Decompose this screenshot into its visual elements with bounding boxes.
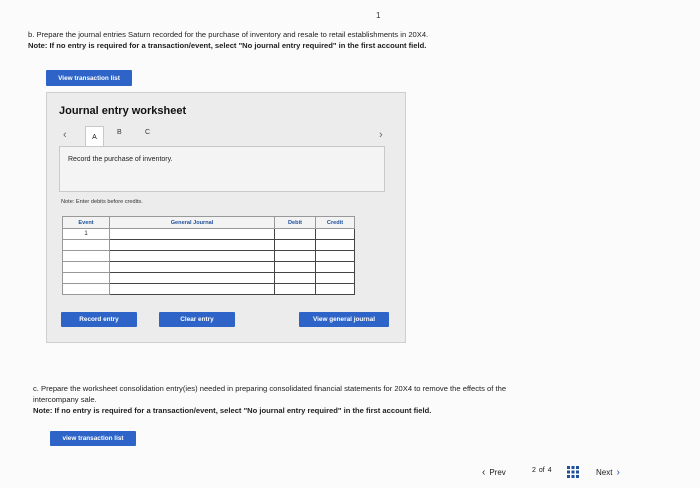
debit-field[interactable]: [274, 239, 316, 251]
debit-field[interactable]: [274, 283, 316, 295]
question-c-note: Note: If no entry is required for a tran…: [33, 406, 432, 415]
account-field[interactable]: [109, 261, 275, 273]
chevron-left-icon: ‹: [482, 466, 486, 478]
credit-field[interactable]: [315, 250, 355, 262]
event-cell: [62, 272, 110, 284]
col-general-journal: General Journal: [109, 216, 275, 229]
question-c: c. Prepare the worksheet consolidation e…: [33, 383, 553, 416]
prev-label: Prev: [489, 467, 506, 477]
account-field[interactable]: [109, 228, 275, 240]
debit-field[interactable]: [274, 261, 316, 273]
clear-entry-button[interactable]: Clear entry: [159, 312, 235, 327]
table-row: [62, 250, 355, 262]
event-cell: [62, 283, 110, 295]
page-of: of: [538, 467, 545, 474]
view-general-journal-button[interactable]: View general journal: [299, 312, 389, 327]
table-row: [62, 283, 355, 295]
chevron-left-icon[interactable]: ‹: [63, 129, 67, 141]
prev-button[interactable]: ‹ Prev: [482, 465, 522, 479]
credit-field[interactable]: [315, 272, 355, 284]
stray-mark: 1: [376, 11, 381, 20]
question-b-text: b. Prepare the journal entries Saturn re…: [28, 30, 429, 39]
event-cell: 1: [62, 228, 110, 240]
question-c-text: c. Prepare the worksheet consolidation e…: [33, 384, 507, 404]
entry-description: Record the purchase of inventory.: [68, 156, 173, 163]
worksheet-tabbar: ‹ A B C ›: [59, 126, 393, 147]
page-total: 4: [547, 467, 552, 474]
table-row: [62, 261, 355, 273]
tab-a[interactable]: A: [85, 126, 104, 147]
debit-field[interactable]: [274, 250, 316, 262]
view-transaction-list-button[interactable]: View transaction list: [46, 70, 132, 86]
tab-c[interactable]: C: [145, 129, 150, 136]
next-label: Next: [596, 467, 613, 477]
question-b: b. Prepare the journal entries Saturn re…: [28, 29, 508, 51]
grid-icon[interactable]: [567, 465, 579, 478]
col-debit: Debit: [274, 216, 316, 229]
credit-field[interactable]: [315, 283, 355, 295]
table-row: [62, 239, 355, 251]
journal-table: Event General Journal Debit Credit 1: [62, 216, 355, 295]
credit-field[interactable]: [315, 261, 355, 273]
table-row: 1: [62, 228, 355, 240]
journal-entry-worksheet: Journal entry worksheet ‹ A B C › Record…: [46, 92, 406, 343]
account-field[interactable]: [109, 283, 275, 295]
record-entry-button[interactable]: Record entry: [61, 312, 137, 327]
account-field[interactable]: [109, 250, 275, 262]
question-b-note: Note: If no entry is required for a tran…: [28, 41, 427, 50]
event-cell: [62, 239, 110, 251]
credit-field[interactable]: [315, 239, 355, 251]
tab-b[interactable]: B: [117, 129, 122, 136]
account-field[interactable]: [109, 272, 275, 284]
entry-description-box: Record the purchase of inventory.: [59, 146, 385, 192]
debits-note: Note: Enter debits before credits.: [61, 199, 143, 205]
debit-field[interactable]: [274, 228, 316, 240]
col-event: Event: [62, 216, 110, 229]
account-field[interactable]: [109, 239, 275, 251]
event-cell: [62, 261, 110, 273]
page-current: 2: [532, 467, 536, 474]
page-indicator: 2 of 4: [532, 467, 552, 474]
worksheet-title: Journal entry worksheet: [59, 105, 187, 117]
event-cell: [62, 250, 110, 262]
chevron-right-icon[interactable]: ›: [379, 129, 383, 141]
next-button[interactable]: Next ›: [596, 465, 636, 479]
credit-field[interactable]: [315, 228, 355, 240]
journal-header-row: Event General Journal Debit Credit: [62, 216, 355, 229]
col-credit: Credit: [315, 216, 355, 229]
table-row: [62, 272, 355, 284]
view-transaction-list-button-2[interactable]: view transaction list: [50, 431, 136, 446]
chevron-right-icon: ›: [616, 466, 620, 478]
debit-field[interactable]: [274, 272, 316, 284]
